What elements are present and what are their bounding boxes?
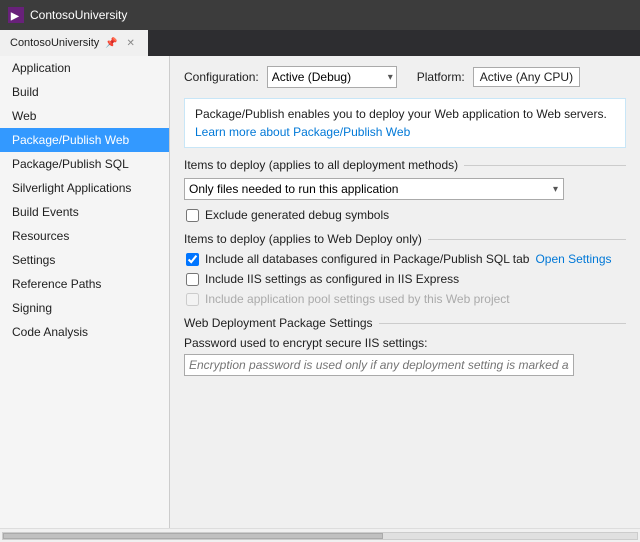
exclude-debug-symbols-label[interactable]: Exclude generated debug symbols xyxy=(205,208,389,222)
configuration-label: Configuration: xyxy=(184,70,259,84)
include-db-label[interactable]: Include all databases configured in Pack… xyxy=(205,252,529,266)
svg-text:▶: ▶ xyxy=(10,11,20,22)
project-tab[interactable]: ContosoUniversity 📌 ✕ xyxy=(0,30,149,56)
deploy-dropdown[interactable]: Only files needed to run this applicatio… xyxy=(184,178,564,200)
sidebar-item-settings[interactable]: Settings xyxy=(0,248,169,272)
sidebar-item-application[interactable]: Application xyxy=(0,56,169,80)
include-db-row: Include all databases configured in Pack… xyxy=(184,252,626,266)
sidebar-item-resources[interactable]: Resources xyxy=(0,224,169,248)
title-bar: ▶ ContosoUniversity xyxy=(0,0,640,30)
sidebar-item-code-analysis[interactable]: Code Analysis xyxy=(0,320,169,344)
section3-header: Web Deployment Package Settings xyxy=(184,316,626,330)
include-iis-label[interactable]: Include IIS settings as configured in II… xyxy=(205,272,459,286)
password-input[interactable] xyxy=(184,354,574,376)
configuration-select-wrapper: Active (Debug) Debug Release xyxy=(267,66,397,88)
sidebar-item-silverlight-applications[interactable]: Silverlight Applications xyxy=(0,176,169,200)
info-text: Package/Publish enables you to deploy yo… xyxy=(195,107,607,121)
sidebar-item-reference-paths[interactable]: Reference Paths xyxy=(0,272,169,296)
include-pool-checkbox xyxy=(186,293,199,306)
include-db-checkbox[interactable] xyxy=(186,253,199,266)
scrollbar-thumb[interactable] xyxy=(3,533,383,539)
scrollbar-track[interactable] xyxy=(2,532,638,540)
section2-header: Items to deploy (applies to Web Deploy o… xyxy=(184,232,626,246)
sidebar-item-web[interactable]: Web xyxy=(0,104,169,128)
sidebar-item-build[interactable]: Build xyxy=(0,80,169,104)
pin-icon[interactable]: 📌 xyxy=(105,38,117,49)
info-link[interactable]: Learn more about Package/Publish Web xyxy=(195,125,410,139)
tab-label: ContosoUniversity xyxy=(10,37,99,49)
include-pool-label: Include application pool settings used b… xyxy=(205,292,510,306)
platform-label: Platform: xyxy=(417,70,465,84)
sidebar-item-package-publish-web[interactable]: Package/Publish Web xyxy=(0,128,169,152)
info-box: Package/Publish enables you to deploy yo… xyxy=(184,98,626,148)
sidebar-item-signing[interactable]: Signing xyxy=(0,296,169,320)
exclude-debug-symbols-checkbox[interactable] xyxy=(186,209,199,222)
password-label: Password used to encrypt secure IIS sett… xyxy=(184,336,626,350)
close-icon[interactable]: ✕ xyxy=(124,36,138,50)
content-area: Configuration: Active (Debug) Debug Rele… xyxy=(170,56,640,528)
include-iis-checkbox[interactable] xyxy=(186,273,199,286)
sidebar-item-package-publish-sql[interactable]: Package/Publish SQL xyxy=(0,152,169,176)
include-iis-row: Include IIS settings as configured in II… xyxy=(184,272,626,286)
title-bar-text: ContosoUniversity xyxy=(30,8,127,22)
main-container: Application Build Web Package/Publish We… xyxy=(0,56,640,528)
configuration-row: Configuration: Active (Debug) Debug Rele… xyxy=(184,66,626,88)
sidebar: Application Build Web Package/Publish We… xyxy=(0,56,170,528)
sidebar-item-build-events[interactable]: Build Events xyxy=(0,200,169,224)
section1-header: Items to deploy (applies to all deployme… xyxy=(184,158,626,172)
deploy-select-wrapper: Only files needed to run this applicatio… xyxy=(184,178,564,200)
web-deployment-section: Web Deployment Package Settings Password… xyxy=(184,316,626,376)
exclude-debug-symbols-row: Exclude generated debug symbols xyxy=(184,208,626,222)
bottom-scrollbar[interactable] xyxy=(0,528,640,542)
platform-value: Active (Any CPU) xyxy=(473,67,580,87)
vs-icon: ▶ xyxy=(8,7,24,23)
include-pool-row: Include application pool settings used b… xyxy=(184,292,626,306)
configuration-select[interactable]: Active (Debug) Debug Release xyxy=(267,66,397,88)
tab-bar: ContosoUniversity 📌 ✕ xyxy=(0,30,640,56)
open-settings-link[interactable]: Open Settings xyxy=(535,252,611,266)
